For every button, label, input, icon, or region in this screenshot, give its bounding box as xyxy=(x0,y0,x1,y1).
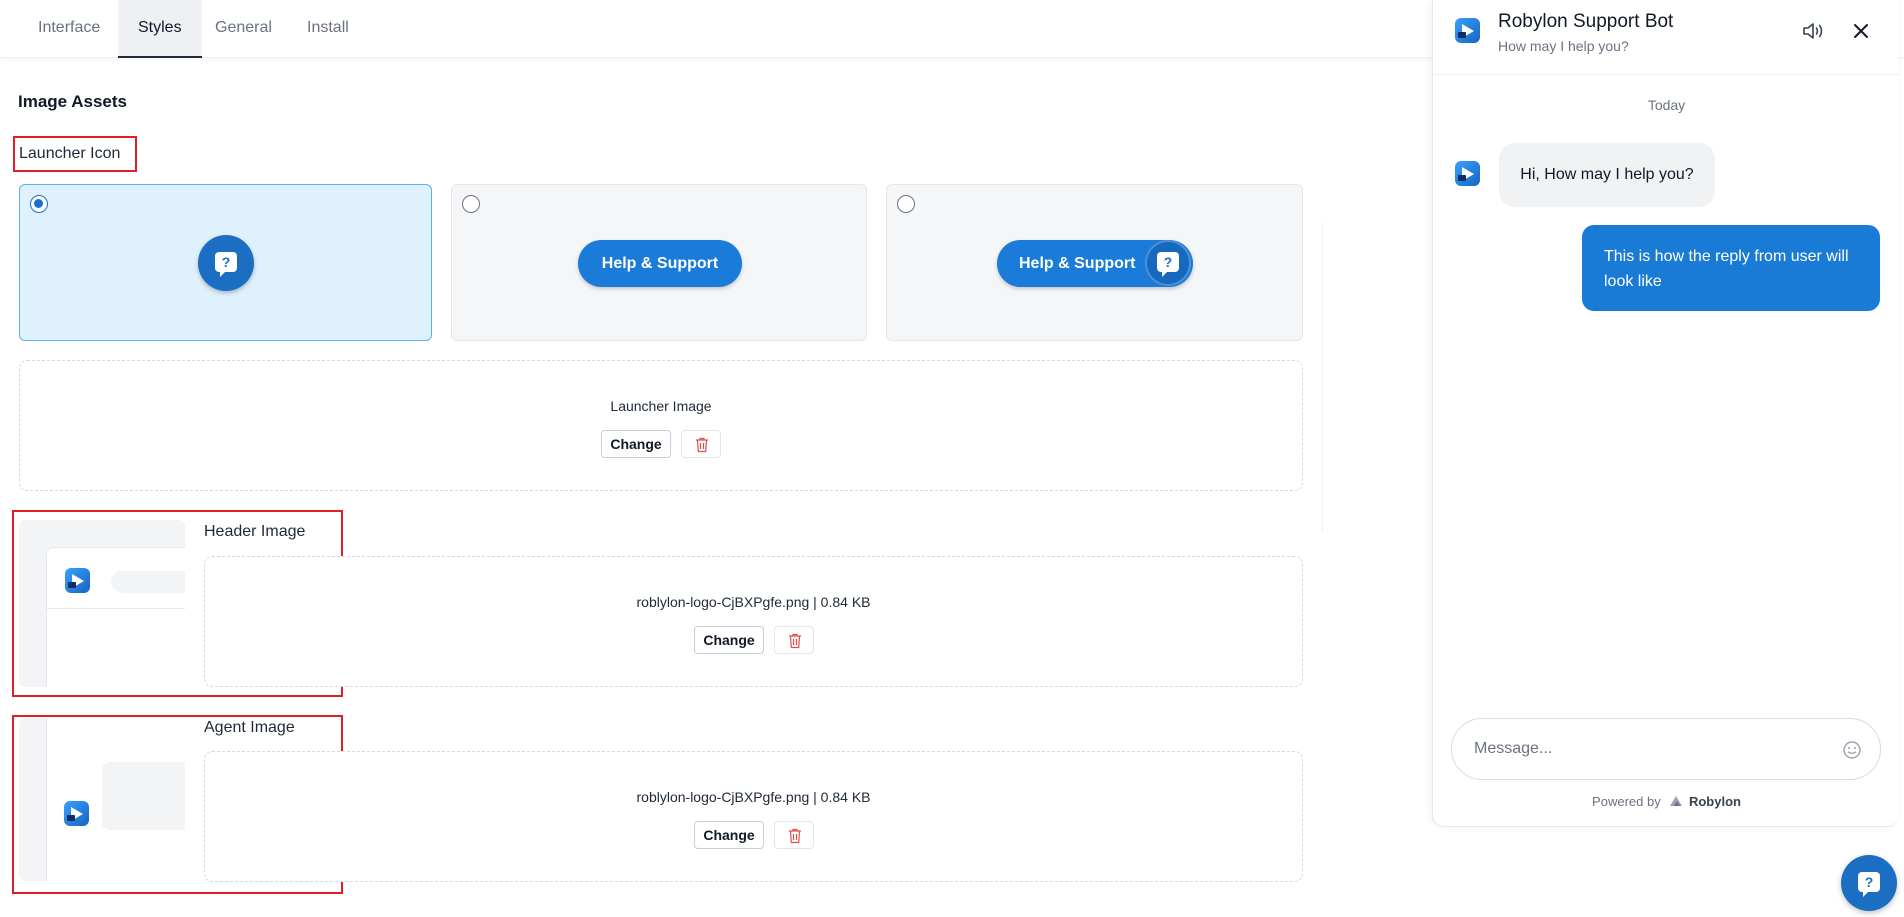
agent-image-label: Agent Image xyxy=(204,719,295,736)
agent-image-dropzone[interactable]: roblylon-logo-CjBXPgfe.png | 0.84 KB Cha… xyxy=(204,751,1303,882)
date-divider: Today xyxy=(1647,97,1686,113)
chat-preview-panel: Robylon Support Bot How may I help you? … xyxy=(1432,0,1900,827)
agent-image-preview xyxy=(19,718,185,881)
chat-header: Robylon Support Bot How may I help you? xyxy=(1433,0,1900,75)
emoji-icon[interactable] xyxy=(1842,740,1862,760)
delete-button[interactable] xyxy=(774,626,814,654)
header-image-file: roblylon-logo-CjBXPgfe.png | 0.84 KB xyxy=(636,594,871,610)
question-bubble-glyph: ? xyxy=(1157,252,1179,277)
trash-icon xyxy=(696,437,708,453)
delete-button[interactable] xyxy=(774,821,814,849)
robylon-mark-icon xyxy=(1670,796,1683,806)
preview-divider xyxy=(47,608,185,609)
change-button[interactable]: Change xyxy=(694,821,764,849)
question-bubble-icon: ? xyxy=(215,252,237,277)
launcher-image-label: Launcher Image xyxy=(610,398,712,414)
powered-by: Powered by Robylon xyxy=(1433,794,1900,809)
bot-avatar xyxy=(1455,161,1480,186)
radio-button[interactable] xyxy=(462,195,480,213)
speaker-icon[interactable] xyxy=(1799,17,1827,45)
launcher-image-dropzone[interactable]: Launcher Image Change xyxy=(19,360,1303,491)
message-input-wrapper[interactable] xyxy=(1451,718,1881,780)
question-bubble-icon: ? xyxy=(1145,240,1191,286)
preview-sidebar xyxy=(19,718,46,881)
brand-name: Robylon xyxy=(1688,794,1741,809)
tab-interface[interactable]: Interface xyxy=(18,0,120,58)
launcher-option-pill[interactable]: Help & Support xyxy=(451,184,867,341)
divider xyxy=(1322,222,1323,532)
trash-icon xyxy=(789,828,801,844)
user-message: This is how the reply from user will loo… xyxy=(1582,225,1880,311)
tab-general[interactable]: General xyxy=(195,0,292,58)
agent-image-file: roblylon-logo-CjBXPgfe.png | 0.84 KB xyxy=(636,789,871,805)
powered-by-text: Powered by xyxy=(1592,794,1661,809)
launcher-preview-icon: ? xyxy=(198,235,254,291)
radio-button[interactable] xyxy=(30,195,48,213)
preview-title-bar xyxy=(111,571,185,593)
robylon-logo-icon xyxy=(1455,18,1480,43)
header-image-dropzone[interactable]: roblylon-logo-CjBXPgfe.png | 0.84 KB Cha… xyxy=(204,556,1303,687)
header-image-preview xyxy=(19,520,185,687)
launcher-preview-pill-icon: Help & Support ? xyxy=(997,240,1193,287)
preview-window xyxy=(46,547,185,687)
bot-message: Hi, How may I help you? xyxy=(1499,143,1715,207)
tab-install[interactable]: Install xyxy=(287,0,369,58)
close-icon[interactable] xyxy=(1847,17,1875,45)
chat-title: Robylon Support Bot xyxy=(1498,11,1674,32)
launcher-option-pill-icon[interactable]: Help & Support ? xyxy=(886,184,1303,341)
change-button[interactable]: Change xyxy=(694,626,764,654)
launcher-pill-text: Help & Support xyxy=(1019,255,1136,272)
preview-bubble xyxy=(102,762,185,830)
chat-subtitle: How may I help you? xyxy=(1498,38,1629,54)
chat-launcher-button[interactable]: ? xyxy=(1841,855,1897,911)
tab-styles[interactable]: Styles xyxy=(118,0,202,58)
trash-icon xyxy=(789,633,801,649)
robylon-logo-icon xyxy=(64,801,89,826)
radio-button[interactable] xyxy=(897,195,915,213)
delete-button[interactable] xyxy=(681,430,721,458)
header-image-label: Header Image xyxy=(204,523,306,540)
message-input[interactable] xyxy=(1474,719,1834,779)
launcher-preview-pill: Help & Support xyxy=(578,240,742,287)
launcher-icon-label: Launcher Icon xyxy=(19,145,121,162)
robylon-logo-icon xyxy=(65,568,90,593)
section-title: Image Assets xyxy=(18,92,127,111)
change-button[interactable]: Change xyxy=(601,430,671,458)
preview-divider xyxy=(46,718,47,881)
question-bubble-icon: ? xyxy=(1858,872,1880,897)
launcher-option-icon[interactable]: ? xyxy=(19,184,432,341)
